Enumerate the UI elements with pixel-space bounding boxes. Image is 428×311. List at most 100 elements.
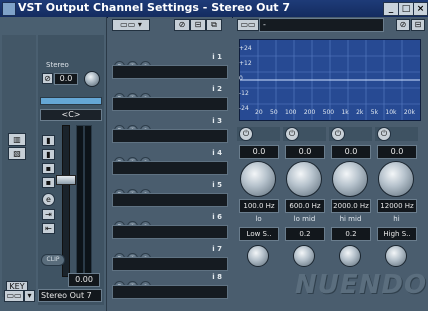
band-q-knob[interactable] <box>293 245 315 267</box>
band-power-icon[interactable]: ⏻ <box>331 127 345 141</box>
mute-button[interactable]: ▮ <box>42 135 55 146</box>
band-gain-knob[interactable] <box>332 161 368 197</box>
band-freq-value[interactable]: 600.0 Hz <box>285 199 325 213</box>
minimize-button[interactable]: _ <box>383 2 399 16</box>
gain-reset-button[interactable]: ⊘ <box>42 73 53 84</box>
edit-button[interactable]: ▧ <box>8 147 26 160</box>
eq-panel: ▭▭ - ⊘ ⊟ +24 +12 0 -12 -24 20 50 100 200… <box>233 17 428 311</box>
bypass-button[interactable]: ⇥ <box>42 209 55 220</box>
gain-knob[interactable] <box>84 71 100 87</box>
band-type-label: hi <box>393 215 400 223</box>
channel-name-label: Stereo <box>46 61 69 69</box>
band-gain-value[interactable]: 0.0 <box>331 145 371 159</box>
insert-slot-8: ◐⊤e i 8 <box>110 273 228 301</box>
band-gain-knob[interactable] <box>378 161 414 197</box>
band-q-value[interactable]: 0.2 <box>331 227 371 241</box>
inserts-bypass-button[interactable]: ⊘ <box>174 19 190 31</box>
band-type-label: lo <box>255 215 262 223</box>
insert-field[interactable] <box>112 161 228 175</box>
window-title: VST Output Channel Settings - Stereo Out… <box>18 1 291 14</box>
band-freq-value[interactable]: 100.0 Hz <box>239 199 279 213</box>
graph-x-label: 20 <box>255 109 263 116</box>
eq-preset-dropdown[interactable]: - <box>259 18 384 32</box>
graph-x-label: 50 <box>270 109 278 116</box>
level-value[interactable]: 0.00 <box>68 273 100 287</box>
read-button[interactable]: ▪ <box>42 163 55 174</box>
insert-slot-6: ◐⊤e i 6 <box>110 213 228 241</box>
graph-x-label: 200 <box>303 109 316 116</box>
band-q-knob[interactable] <box>247 245 269 267</box>
level-meter-left <box>76 125 84 277</box>
insert-slot-1: ◐⊤e i 1 <box>110 53 228 81</box>
eq-band-lo: ⏻ 0.0 100.0 Hz lo Low S.. <box>237 127 280 307</box>
monitor-button[interactable]: ▥ <box>8 133 26 146</box>
app-icon <box>2 2 16 16</box>
band-q-value[interactable]: 0.2 <box>285 227 325 241</box>
insert-field[interactable] <box>112 97 228 111</box>
insert-number: i 7 <box>212 245 222 253</box>
inserts-preset-dropdown[interactable]: ▭▭ ▾ <box>112 19 150 31</box>
volume-fader-handle[interactable] <box>56 175 76 185</box>
band-gain-value[interactable]: 0.0 <box>377 145 417 159</box>
insert-field[interactable] <box>112 225 228 239</box>
inserts-edit-button[interactable]: ⊟ <box>190 19 206 31</box>
channel-strip-panel: ▥ ▧ KEY Stereo ⊘ 0.0 <C> ▮ ▮ ▪ ▪ e ⇥ ⇤ C… <box>0 17 107 311</box>
strip-button-column: ▥ ▧ KEY <box>2 35 36 297</box>
insert-number: i 4 <box>212 149 222 157</box>
band-power-icon[interactable]: ⏻ <box>239 127 253 141</box>
band-gain-knob[interactable] <box>240 161 276 197</box>
output-name-field[interactable]: Stereo Out 7 <box>38 289 102 302</box>
insert-icons: ◐⊤e <box>114 245 153 264</box>
band-type-label: lo mid <box>293 215 316 223</box>
inserts-panel: ▭▭ ▾ ⊘ ⊟ ⧉ ◐⊤e i 1 ◐⊤e i 2 ◐⊤e i 3 <box>108 17 232 311</box>
band-gain-value[interactable]: 0.0 <box>285 145 325 159</box>
inserts-menu-button[interactable]: ⧉ <box>206 19 222 31</box>
insert-slot-2: ◐⊤e i 2 <box>110 85 228 113</box>
gain-value[interactable]: 0.0 <box>54 73 78 85</box>
edit-channel-button[interactable]: e <box>42 193 55 206</box>
link-button[interactable]: ⇤ <box>42 223 55 234</box>
volume-fader-track[interactable] <box>62 125 70 277</box>
solo-button[interactable]: ▮ <box>42 149 55 160</box>
graph-x-label: 500 <box>322 109 335 116</box>
eq-reset-button[interactable]: ⊟ <box>411 19 425 31</box>
insert-field[interactable] <box>112 193 228 207</box>
insert-number: i 8 <box>212 273 222 281</box>
folder-button[interactable]: ▭▭ <box>4 290 24 302</box>
close-button[interactable]: × <box>413 2 428 16</box>
band-gain-value[interactable]: 0.0 <box>239 145 279 159</box>
eq-preset-icon[interactable]: ▭▭ <box>237 19 259 31</box>
band-power-icon[interactable]: ⏻ <box>377 127 391 141</box>
insert-slot-7: ◐⊤e i 7 <box>110 245 228 273</box>
insert-field[interactable] <box>112 129 228 143</box>
graph-x-label: 2k <box>356 109 364 116</box>
graph-y-label: -24 <box>239 105 249 112</box>
insert-icons: ◐⊤e <box>114 273 153 292</box>
graph-y-label: +12 <box>239 60 252 67</box>
band-mode-value[interactable]: Low S.. <box>239 227 279 241</box>
band-q-knob[interactable] <box>339 245 361 267</box>
output-dropdown-arrow[interactable]: ▾ <box>24 290 35 302</box>
clip-indicator[interactable]: CLIP <box>41 254 65 266</box>
band-freq-value[interactable]: 12000 Hz <box>377 199 417 213</box>
insert-field[interactable] <box>112 65 228 79</box>
band-mode-value[interactable]: High S.. <box>377 227 417 241</box>
insert-slot-4: ◐⊤e i 4 <box>110 149 228 177</box>
write-button[interactable]: ▪ <box>42 177 55 188</box>
insert-field[interactable] <box>112 257 228 271</box>
insert-icons: ◐⊤e <box>114 213 153 232</box>
band-freq-value[interactable]: 2000.0 Hz <box>331 199 371 213</box>
band-gain-knob[interactable] <box>286 161 322 197</box>
insert-icons: ◐⊤e <box>114 85 153 104</box>
insert-slot-3: ◐⊤e i 3 <box>110 117 228 145</box>
graph-x-label: 1k <box>341 109 349 116</box>
maximize-button[interactable]: □ <box>398 2 414 16</box>
level-meter-right <box>84 125 92 277</box>
insert-number: i 6 <box>212 213 222 221</box>
insert-number: i 3 <box>212 117 222 125</box>
pan-value[interactable]: <C> <box>40 109 102 121</box>
eq-bypass-button[interactable]: ⊘ <box>396 19 410 31</box>
band-q-knob[interactable] <box>385 245 407 267</box>
band-power-icon[interactable]: ⏻ <box>285 127 299 141</box>
insert-field[interactable] <box>112 285 228 299</box>
